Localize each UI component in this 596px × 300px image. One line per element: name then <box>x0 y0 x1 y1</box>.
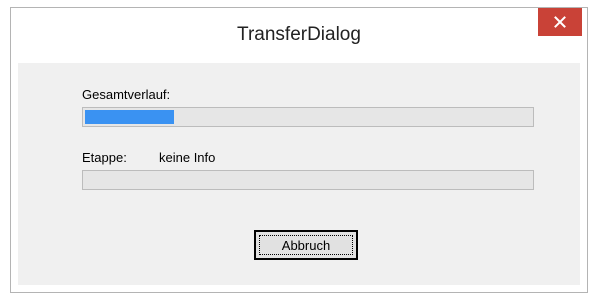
overall-progress-fill <box>85 110 174 124</box>
cancel-button[interactable]: Abbruch <box>254 230 358 260</box>
window-title: TransferDialog <box>237 24 361 45</box>
stage-label: Etappe: <box>82 150 127 165</box>
stage-info-text: keine Info <box>159 150 216 165</box>
close-button[interactable] <box>538 8 582 36</box>
cancel-button-label: Abbruch <box>281 237 331 253</box>
dialog-content: Gesamtverlauf: Etappe: keine Info Abbruc… <box>18 63 580 285</box>
overall-progress-bar <box>82 107 534 127</box>
overall-progress-label: Gesamtverlauf: <box>82 87 171 102</box>
transfer-dialog-window: TransferDialog Gesamtverlauf: Etappe: ke… <box>10 7 588 293</box>
close-icon <box>554 16 566 28</box>
stage-progress-bar <box>82 170 534 190</box>
title-bar[interactable]: TransferDialog <box>11 8 587 63</box>
